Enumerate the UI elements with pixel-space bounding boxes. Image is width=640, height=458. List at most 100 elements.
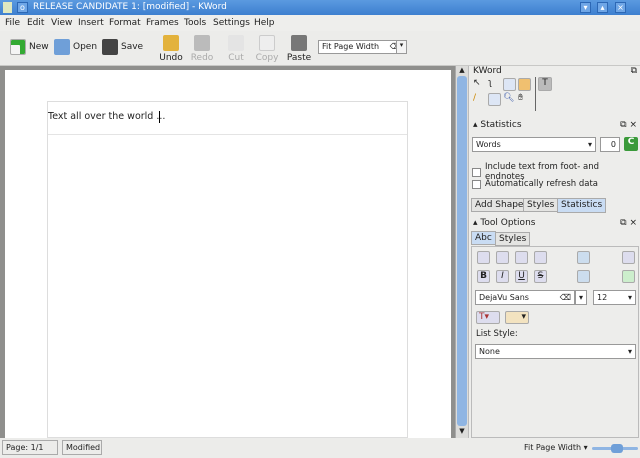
path-tool-icon[interactable]: ʅ xyxy=(488,78,501,91)
tab-statistics[interactable]: Statistics xyxy=(557,198,607,213)
font-family-dropdown[interactable]: ▾ xyxy=(575,290,587,305)
checkbox-box[interactable] xyxy=(472,179,481,189)
auto-refresh-checkbox[interactable]: Automatically refresh data xyxy=(472,179,598,189)
open-icon xyxy=(54,39,70,55)
kword-toolbox-title: KWord xyxy=(473,66,502,76)
app-icon xyxy=(3,2,12,13)
title-bar: o RELEASE CANDIDATE 1: [modified] - KWor… xyxy=(0,0,640,15)
modified-indicator: Modified xyxy=(62,440,102,455)
tab-abc[interactable]: Abc xyxy=(471,231,496,245)
open-label: Open xyxy=(73,42,98,52)
checkbox-box[interactable] xyxy=(472,167,481,177)
superscript-icon[interactable] xyxy=(577,251,590,264)
align-right-icon[interactable] xyxy=(515,251,528,264)
cut-icon xyxy=(228,35,244,51)
scroll-down-icon[interactable]: ▼ xyxy=(457,427,467,437)
font-family-value: DejaVu Sans xyxy=(479,293,529,302)
menu-settings[interactable]: Settings xyxy=(213,18,250,28)
align-left-icon[interactable] xyxy=(477,251,490,264)
statistics-mode-select[interactable]: Words ▾ xyxy=(472,137,596,152)
undo-icon xyxy=(163,35,179,51)
minimize-button[interactable]: ▾ xyxy=(580,2,591,13)
cut-label: Cut xyxy=(228,53,244,63)
dock-panel: KWord ⧉ ↖ ʅ / 🔍︎ ✋︎ T ▴ Statistics ⧉ × W… xyxy=(468,66,640,438)
zoom-dropdown-button[interactable]: ▾ xyxy=(396,40,407,54)
style-tool-icon[interactable] xyxy=(518,78,531,91)
subscript-icon[interactable] xyxy=(577,270,590,283)
tab-tool-styles[interactable]: Styles xyxy=(495,232,531,246)
tool-options-close-icon[interactable]: ⧉ × xyxy=(620,218,637,228)
copy-label: Copy xyxy=(255,53,279,63)
redo-icon xyxy=(194,35,210,51)
menu-view[interactable]: View xyxy=(51,18,72,28)
status-zoom-value: Fit Page Width xyxy=(524,443,582,452)
text-tool-icon[interactable]: T xyxy=(538,77,552,91)
menu-file[interactable]: File xyxy=(5,18,20,28)
text-cursor xyxy=(159,111,160,123)
font-family-select[interactable]: DejaVu Sans ⌫ xyxy=(475,290,575,305)
statistics-close-icon[interactable]: ⧉ × xyxy=(620,120,637,130)
list-style-label: List Style: xyxy=(476,329,518,339)
zoom-slider[interactable] xyxy=(592,444,638,453)
status-zoom-select[interactable]: Fit Page Width ▾ xyxy=(524,443,588,452)
menu-format[interactable]: Format xyxy=(109,18,141,28)
help-tool-icon-2[interactable] xyxy=(488,93,501,106)
text-color-button[interactable]: T▾ xyxy=(476,311,500,324)
decrease-indent-icon[interactable] xyxy=(622,251,635,264)
list-style-select[interactable]: None ▾ xyxy=(475,344,636,359)
clear-icon[interactable]: ⌫ xyxy=(560,293,571,302)
text-frame[interactable]: Text all over the world ... xyxy=(47,101,408,438)
menu-edit[interactable]: Edit xyxy=(27,18,44,28)
word-count: 0 xyxy=(600,137,620,152)
font-size-select[interactable]: 12 ▾ xyxy=(593,290,636,305)
document-text[interactable]: Text all over the world ... xyxy=(48,111,165,122)
italic-icon[interactable]: I xyxy=(496,270,509,283)
align-justify-icon[interactable] xyxy=(534,251,547,264)
copy-icon xyxy=(259,35,275,51)
zoom-tool-icon[interactable]: 🔍︎ xyxy=(503,93,516,106)
zoom-combo[interactable]: Fit Page Width⌫ xyxy=(318,40,406,54)
new-label: New xyxy=(29,42,49,52)
tab-styles[interactable]: Styles xyxy=(523,198,559,212)
background-color-button[interactable]: ▾ xyxy=(505,311,529,324)
undo-button[interactable]: Undo xyxy=(156,35,186,63)
bold-icon[interactable]: B xyxy=(477,270,490,283)
help-tool-icon[interactable] xyxy=(503,78,516,91)
vertical-scrollbar[interactable]: ▲ ▼ xyxy=(455,66,468,438)
save-button[interactable]: Save xyxy=(102,39,143,55)
paste-label: Paste xyxy=(286,53,312,63)
increase-indent-icon[interactable] xyxy=(622,270,635,283)
zoom-value: Fit Page Width xyxy=(322,42,380,51)
open-button[interactable]: Open xyxy=(54,39,97,55)
menu-help[interactable]: Help xyxy=(254,18,275,28)
font-size-value: 12 xyxy=(597,293,608,302)
pan-tool-icon[interactable]: ✋︎ xyxy=(518,93,531,106)
copy-button[interactable]: Copy xyxy=(252,35,282,63)
float-icon[interactable]: ⧉ xyxy=(631,66,637,76)
menu-frames[interactable]: Frames xyxy=(146,18,179,28)
paste-button[interactable]: Paste xyxy=(284,35,314,63)
list-style-value: None xyxy=(479,347,500,356)
menu-tools[interactable]: Tools xyxy=(184,18,206,28)
new-button[interactable]: New xyxy=(10,39,49,55)
scroll-up-icon[interactable]: ▲ xyxy=(457,66,467,76)
menu-insert[interactable]: Insert xyxy=(78,18,104,28)
scroll-thumb[interactable] xyxy=(457,76,467,426)
auto-refresh-label: Automatically refresh data xyxy=(485,179,598,189)
refresh-icon[interactable]: C xyxy=(624,137,638,151)
window-menu-button[interactable]: o xyxy=(17,2,28,13)
tab-add-shape[interactable]: Add Shape xyxy=(471,198,528,212)
close-button[interactable]: × xyxy=(615,2,626,13)
tool-options-header: ▴ Tool Options xyxy=(473,218,536,228)
zoom-slider-handle[interactable] xyxy=(610,444,623,453)
maximize-button[interactable]: ▴ xyxy=(597,2,608,13)
menu-bar: File Edit View Insert Format Frames Tool… xyxy=(0,15,640,31)
pencil-tool-icon[interactable]: / xyxy=(473,93,486,106)
strikethrough-icon[interactable]: S xyxy=(534,270,547,283)
align-center-icon[interactable] xyxy=(496,251,509,264)
cut-button[interactable]: Cut xyxy=(221,35,251,63)
select-tool-icon[interactable]: ↖ xyxy=(473,78,486,91)
new-icon xyxy=(10,39,26,55)
redo-button[interactable]: Redo xyxy=(187,35,217,63)
underline-icon[interactable]: U xyxy=(515,270,528,283)
